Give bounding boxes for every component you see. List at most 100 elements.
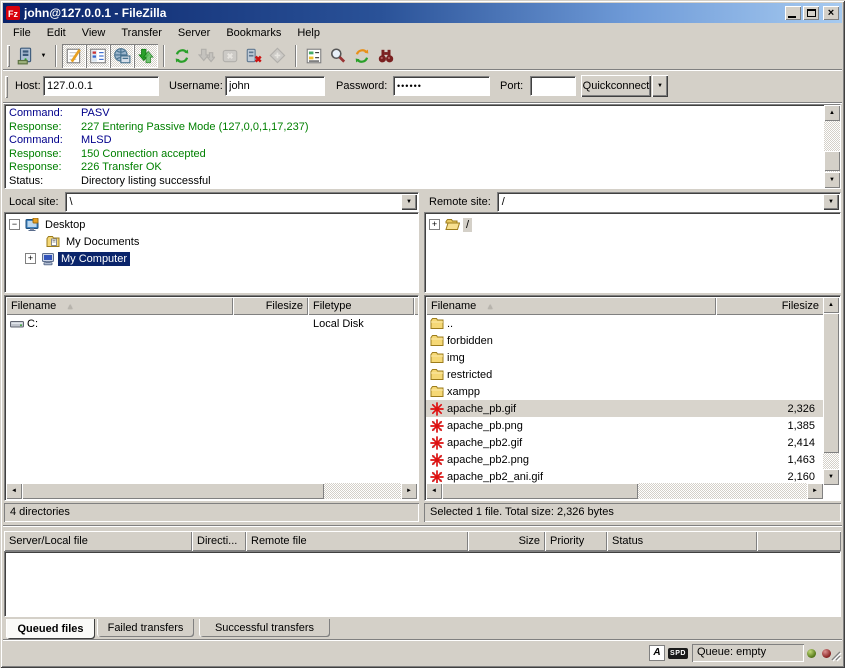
scroll-up-icon[interactable]: ▲ [823,297,839,313]
toggle-remote-tree-button[interactable] [110,44,134,68]
menu-view[interactable]: View [74,25,114,41]
remote-hscroll-thumb[interactable] [442,483,638,499]
log-line-text: Directory listing successful [81,175,211,189]
toggle-queue-button[interactable] [134,44,158,68]
column-header-priority[interactable]: Priority [545,531,607,551]
speed-limits-icon[interactable]: SPD [668,648,688,659]
toggle-remote-tree-icon [113,47,131,65]
tab-failed-transfers[interactable]: Failed transfers [97,619,194,637]
local-site-combo[interactable]: \ ▼ [65,192,419,212]
column-header-remote-file[interactable]: Remote file [246,531,468,551]
log-line-text: MLSD [81,134,112,148]
expand-icon[interactable]: + [429,219,440,230]
remote-status-strip: Selected 1 file. Total size: 2,326 bytes [424,503,841,522]
combo-arrow-icon[interactable]: ▼ [823,194,839,210]
sync-browsing-button[interactable] [350,44,374,68]
maximize-button[interactable] [803,6,819,20]
log-scrollbar[interactable]: ▲ ▼ [824,105,840,188]
transfer-type-icon[interactable]: A [649,645,665,661]
remote-file-row[interactable]: apache_pb2.gif2,414 [426,434,823,451]
password-input[interactable] [393,76,490,96]
column-header-status[interactable]: Status [607,531,757,551]
toolbar-grip[interactable] [5,76,8,98]
toggle-local-tree-button[interactable] [86,44,110,68]
remote-file-row[interactable]: restricted [426,366,823,383]
scroll-right-icon[interactable]: ► [401,483,417,499]
compare-button[interactable] [326,44,350,68]
remote-site-path: / [498,196,823,208]
remote-file-row[interactable]: forbidden [426,332,823,349]
remote-hscrollbar[interactable]: ◄ ► [426,483,823,499]
find-button[interactable] [374,44,398,68]
toggle-queue-icon [137,47,155,65]
log-line-text: 150 Connection accepted [81,148,206,162]
quickconnect-dropdown-button[interactable]: ▼ [652,75,668,97]
resize-grip[interactable] [828,648,842,665]
column-header-label: Size [519,535,540,547]
quickconnect-button[interactable]: Quickconnect [581,75,651,97]
host-input[interactable] [43,76,159,96]
remote-vscrollbar[interactable]: ▲ ▼ [823,297,839,485]
username-input[interactable] [225,76,325,96]
remote-file-row[interactable]: apache_pb2.png1,463 [426,451,823,468]
site-manager-button[interactable] [13,44,37,68]
close-button[interactable]: × [823,6,839,20]
menu-file[interactable]: File [5,25,39,41]
tab-queued-files[interactable]: Queued files [6,619,95,639]
column-header-l[interactable]: L [414,297,419,315]
tree-item-my-computer[interactable]: +My Computer [5,250,418,267]
column-header-filename[interactable]: Filename▲ [6,297,233,315]
menu-transfer[interactable]: Transfer [113,25,170,41]
local-hscroll-thumb[interactable] [22,483,324,499]
scroll-down-icon[interactable]: ▼ [823,469,839,485]
port-input[interactable] [530,76,576,96]
tree-item-my-documents[interactable]: My Documents [5,233,418,250]
remote-file-row[interactable]: xampp [426,383,823,400]
scroll-down-icon[interactable]: ▼ [824,172,840,188]
local-hscrollbar[interactable]: ◄ ► [6,483,417,499]
compare-icon [329,47,347,65]
expand-icon[interactable]: + [25,253,36,264]
remote-file-row[interactable]: apache_pb.png1,385 [426,417,823,434]
collapse-icon[interactable]: − [9,219,20,230]
menu-edit[interactable]: Edit [39,25,74,41]
site-manager-dropdown-button[interactable]: ▼ [37,44,50,68]
remote-file-row[interactable]: apache_pb.gif2,326 [426,400,823,417]
tree-item-desktop[interactable]: −Desktop [5,216,418,233]
title-bar[interactable]: Fz john@127.0.0.1 - FileZilla × [3,3,842,23]
menu-help[interactable]: Help [289,25,328,41]
log-line-text: 227 Entering Passive Mode (127,0,0,1,17,… [81,121,308,135]
remote-site-combo[interactable]: / ▼ [497,192,841,212]
log-scrollbar-thumb[interactable] [824,151,840,171]
remote-file-row[interactable]: img [426,349,823,366]
column-header-filetype[interactable]: Filetype [308,297,414,315]
tab-successful-transfers[interactable]: Successful transfers [199,619,330,637]
toggle-log-button[interactable] [62,44,86,68]
combo-arrow-icon[interactable]: ▼ [401,194,417,210]
scroll-up-icon[interactable]: ▲ [824,105,840,121]
column-header-size[interactable]: Size [468,531,545,551]
column-header-filesize[interactable]: Filesize [716,297,824,315]
local-file-row[interactable]: C:Local Disk [6,315,417,332]
scroll-right-icon[interactable]: ► [807,483,823,499]
refresh-button[interactable] [170,44,194,68]
remote-vscroll-thumb[interactable] [823,313,839,453]
column-header-filename[interactable]: Filename▲ [426,297,716,315]
disconnect-button[interactable] [242,44,266,68]
remote-file-row[interactable]: .. [426,315,823,332]
local-file-list: Filename▲FilesizeFiletypeL C:Local Disk … [4,295,419,501]
scroll-left-icon[interactable]: ◄ [6,483,22,499]
column-header-directi-[interactable]: Directi... [192,531,246,551]
remote-file-row[interactable]: apache_pb2_ani.gif2,160 [426,468,823,483]
filter-button[interactable] [302,44,326,68]
column-header-filesize[interactable]: Filesize [233,297,308,315]
scroll-left-icon[interactable]: ◄ [426,483,442,499]
minimize-button[interactable] [785,6,801,20]
toolbar-grip[interactable] [7,45,10,67]
tree-item--[interactable]: +/ [425,216,840,233]
menu-server[interactable]: Server [170,25,218,41]
file-size: 2,160 [718,471,823,483]
menu-bookmarks[interactable]: Bookmarks [218,25,289,41]
column-header-label: Filesize [266,300,303,312]
column-header-server-local-file[interactable]: Server/Local file [4,531,192,551]
